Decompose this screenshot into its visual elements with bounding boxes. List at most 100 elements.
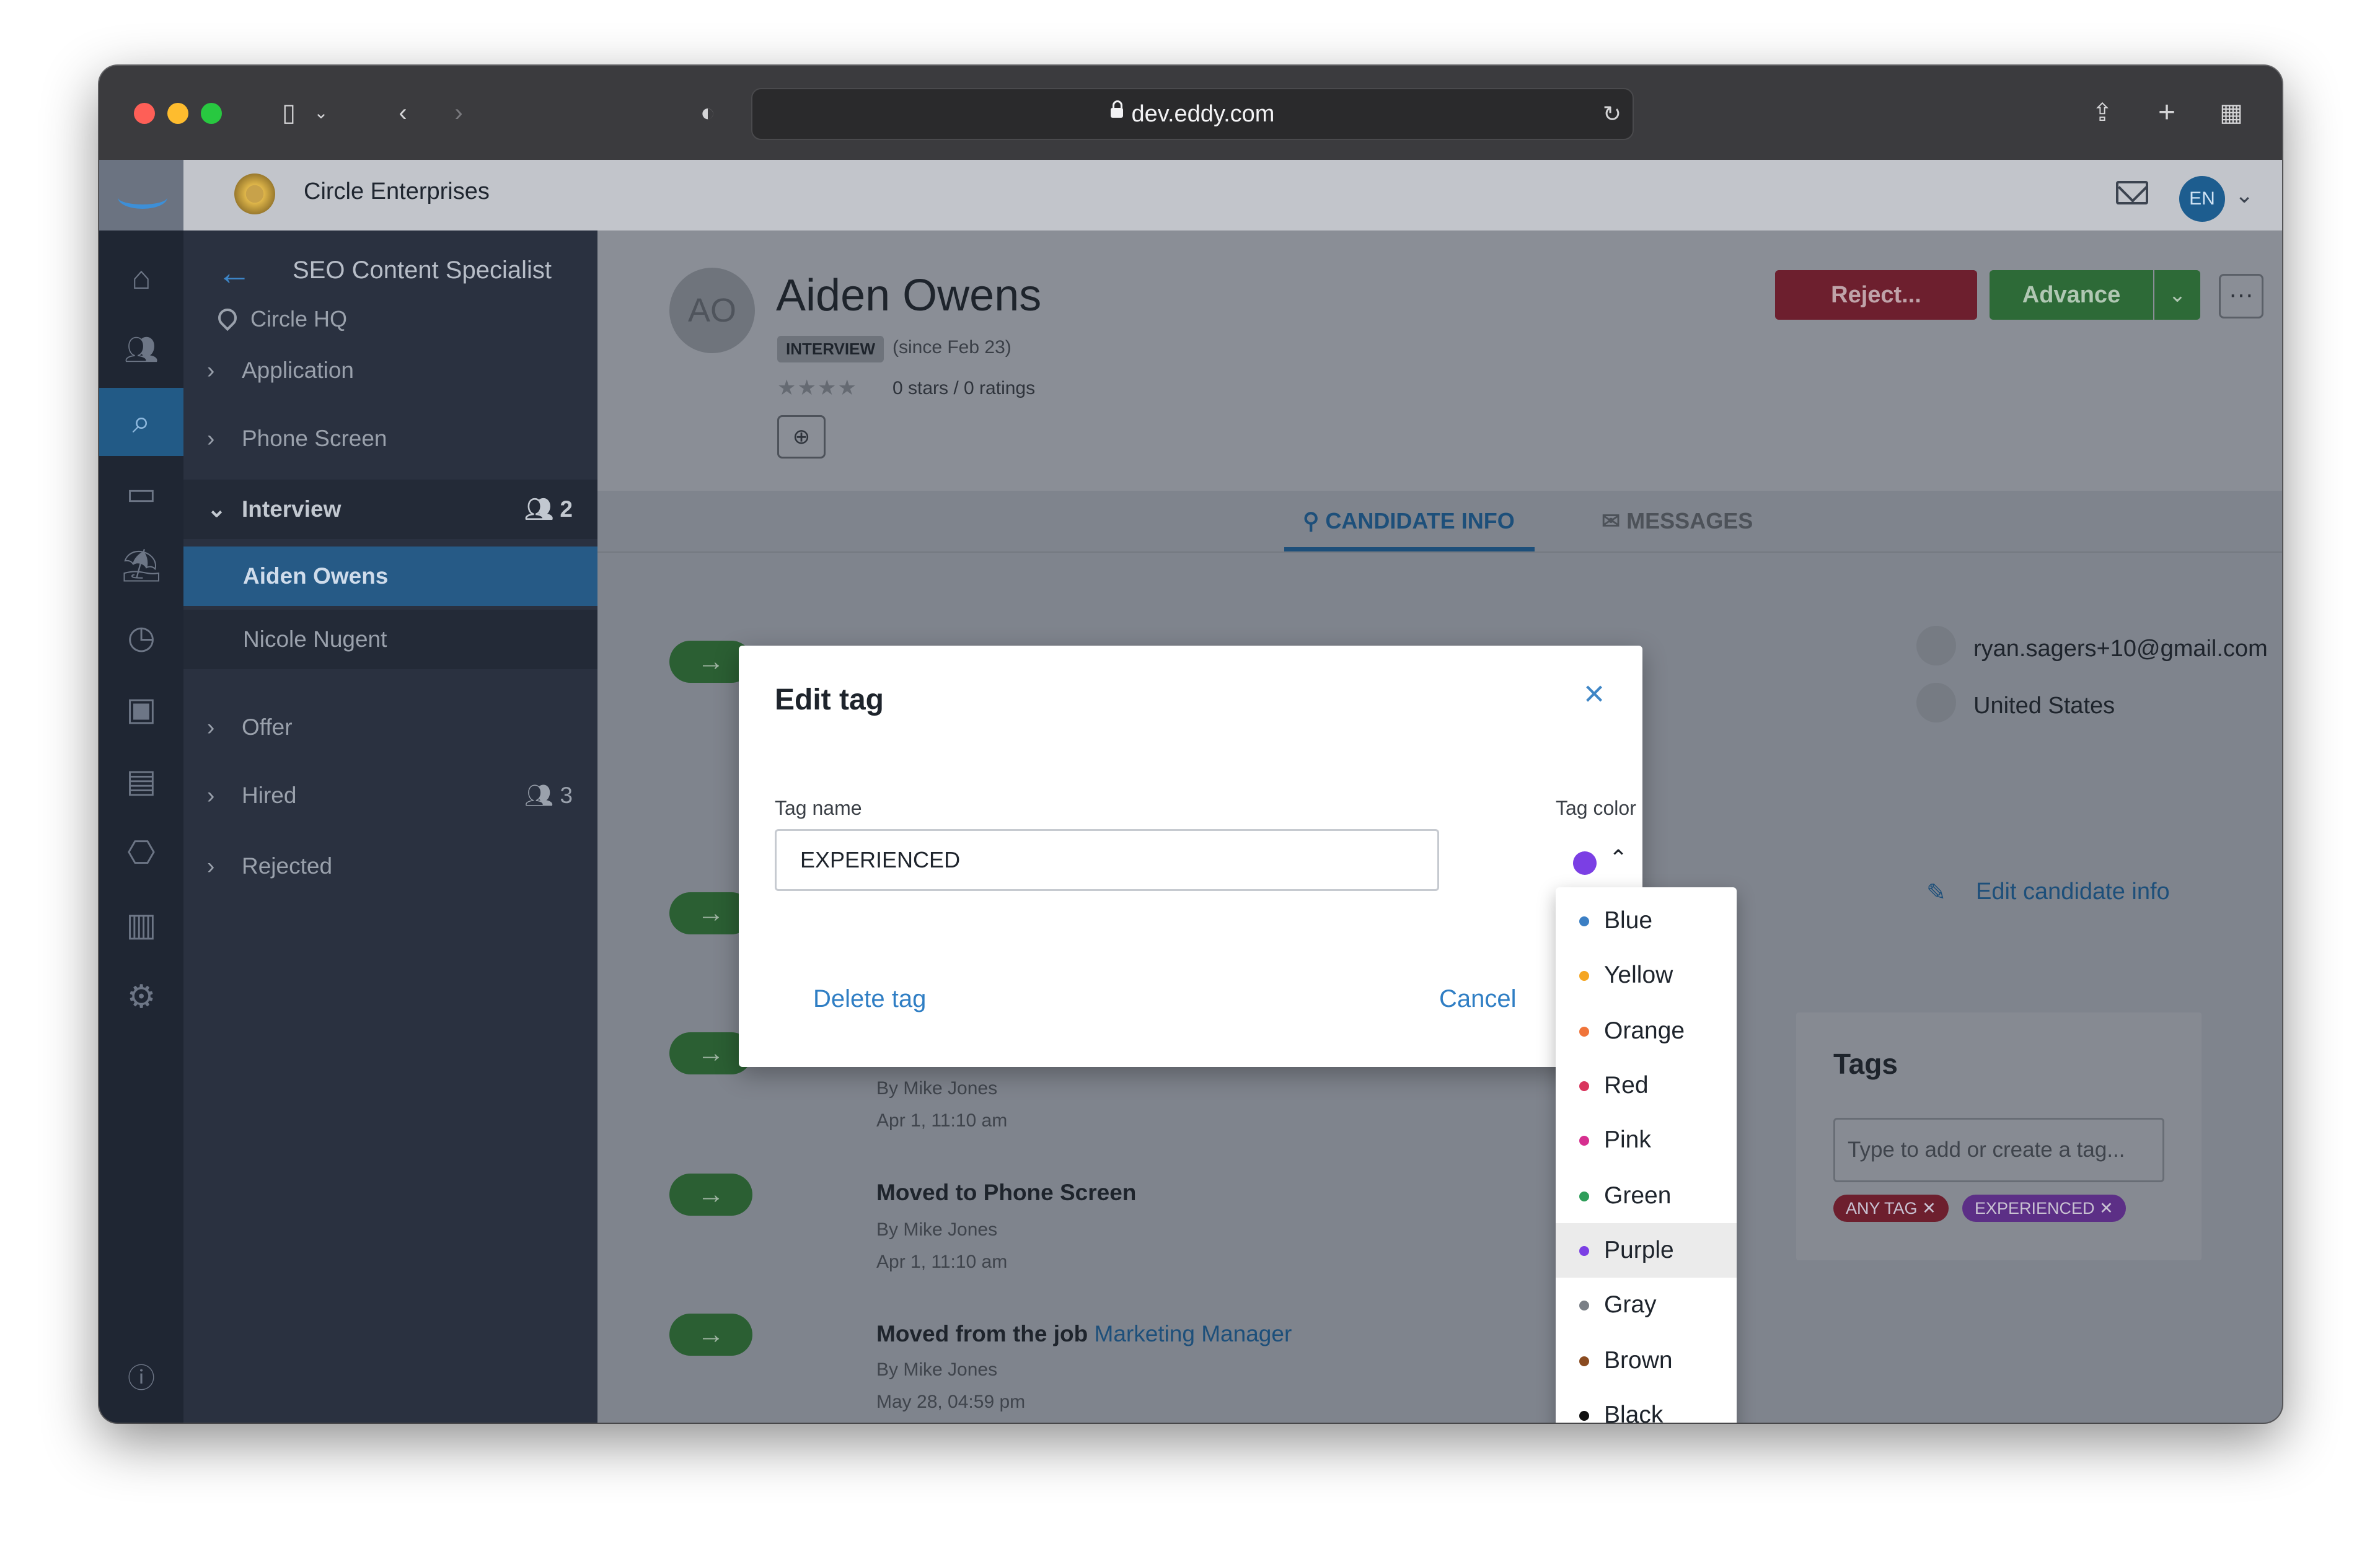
stage-offer[interactable]: › Offer [183, 698, 597, 757]
home-icon[interactable]: ⌂ [99, 244, 183, 312]
candidates-search-icon[interactable]: ⌕ [99, 388, 183, 456]
advance-button[interactable]: Advance [1990, 270, 2153, 320]
add-evaluation-icon[interactable]: ⊕ [777, 415, 826, 459]
vacation-icon[interactable]: ⛱︎ [99, 532, 183, 600]
close-window-button[interactable] [134, 103, 155, 124]
edit-tag-dialog: Edit tag × Tag name Tag color ⌃ Delete t… [739, 646, 1642, 1067]
url-text: dev.eddy.com [1131, 101, 1275, 127]
share-icon[interactable]: ⇪ [2084, 95, 2121, 130]
chevron-right-icon: › [207, 714, 215, 740]
candidate-item-nicole-nugent[interactable]: Nicole Nugent [183, 610, 597, 669]
candidate-item-aiden-owens[interactable]: Aiden Owens [183, 547, 597, 606]
mail-icon [1916, 626, 1956, 665]
color-option-blue[interactable]: Blue [1556, 893, 1737, 948]
app-logo[interactable] [99, 160, 183, 230]
color-option-brown[interactable]: Brown [1556, 1333, 1737, 1388]
stage-phone-screen[interactable]: › Phone Screen [183, 409, 597, 468]
chevron-right-icon: › [207, 783, 215, 808]
shield-icon[interactable]: ◐ [689, 95, 726, 130]
tag-name-input[interactable] [775, 829, 1439, 891]
stage-badge: INTERVIEW [777, 336, 884, 362]
job-location: Circle HQ [214, 305, 347, 332]
stage-label: Hired [242, 783, 297, 808]
timeline-time: Apr 1, 11:10 am [876, 1252, 1008, 1272]
color-option-green[interactable]: Green [1556, 1169, 1737, 1223]
color-option-pink[interactable]: Pink [1556, 1113, 1737, 1167]
reports-chart-icon[interactable]: ▥ [99, 891, 183, 959]
edit-candidate-info-link[interactable]: Edit candidate info [1976, 879, 2170, 905]
color-dot [1579, 1027, 1589, 1037]
stage-label: Interview [242, 496, 342, 522]
job-title[interactable]: SEO Content Specialist [293, 257, 552, 284]
address-bar[interactable]: dev.eddy.com ↻ [751, 88, 1634, 140]
color-option-orange[interactable]: Orange [1556, 1004, 1737, 1058]
documents-icon[interactable]: ▤ [99, 747, 183, 815]
delete-tag-button[interactable]: Delete tag [813, 985, 926, 1013]
color-option-gray[interactable]: Gray [1556, 1278, 1737, 1332]
color-option-label: Red [1604, 1072, 1649, 1099]
back-icon[interactable]: ‹ [384, 95, 421, 130]
reload-icon[interactable]: ↻ [1603, 89, 1621, 139]
stage-label: Phone Screen [242, 426, 387, 451]
browser-toolbar: ▯ ⌄ ‹ › ◐ dev.eddy.com ↻ ⇪ + ▦ [99, 66, 2282, 161]
chevron-down-icon[interactable]: ⌄ [2235, 182, 2254, 208]
minimize-window-button[interactable] [167, 103, 188, 124]
tag-chip: EXPERIENCED ✕ [1962, 1195, 2126, 1222]
more-options-button[interactable]: ··· [2219, 274, 2263, 318]
stage-hired[interactable]: › Hired 👥︎ 3 [183, 766, 597, 825]
chevron-down-icon[interactable]: ⌄ [309, 95, 333, 130]
job-link[interactable]: Marketing Manager [1095, 1321, 1292, 1346]
close-icon[interactable]: × [1576, 675, 1613, 713]
color-option-red[interactable]: Red [1556, 1058, 1737, 1113]
stage-rejected[interactable]: › Rejected [183, 836, 597, 896]
color-option-black[interactable]: Black [1556, 1388, 1737, 1423]
remove-tag-icon[interactable]: ✕ [1922, 1199, 1936, 1218]
company-name[interactable]: Circle Enterprises [304, 178, 490, 205]
reject-button[interactable]: Reject... [1775, 270, 1977, 320]
color-option-label: Gray [1604, 1291, 1657, 1318]
people-icon[interactable]: 👥︎ [99, 316, 183, 384]
sidebar-toggle-icon[interactable]: ▯ [270, 95, 307, 130]
rating-text: 0 stars / 0 ratings [892, 378, 1036, 398]
back-arrow-icon[interactable]: ← [217, 254, 252, 291]
advance-dropdown-button[interactable]: ⌄ [2154, 270, 2200, 320]
color-dot [1579, 916, 1589, 926]
pipeline-sidebar: ← SEO Content Specialist Circle HQ › Appl… [183, 230, 597, 1423]
help-icon[interactable]: ⓘ [99, 1345, 183, 1413]
new-tab-icon[interactable]: + [2148, 95, 2185, 130]
money-icon[interactable]: ▣ [99, 675, 183, 744]
chevron-right-icon: › [207, 853, 215, 879]
clock-icon[interactable]: ◷ [99, 604, 183, 672]
clipboard-icon[interactable]: ▭ [99, 460, 183, 528]
timeline-author: By Mike Jones [876, 1078, 998, 1099]
selected-color-swatch [1573, 851, 1597, 875]
cancel-button[interactable]: Cancel [1439, 985, 1517, 1013]
tag-color-menu: Blue Yellow Orange Red Pink Green Purple… [1556, 887, 1737, 1423]
tab-candidate-info[interactable]: ⚲ CANDIDATE INFO [1284, 491, 1535, 551]
stage-application[interactable]: › Application [183, 341, 597, 400]
zoom-window-button[interactable] [201, 103, 222, 124]
color-option-yellow[interactable]: Yellow [1556, 948, 1737, 1003]
user-avatar[interactable]: EN [2179, 176, 2225, 222]
color-dot [1579, 1192, 1589, 1201]
forward-icon[interactable]: › [440, 95, 477, 130]
settings-gear-icon[interactable]: ⚙ [99, 963, 183, 1031]
rating-stars[interactable]: ★★★★ [777, 375, 858, 400]
remove-tag-icon[interactable]: ✕ [2099, 1199, 2113, 1218]
tags-input[interactable]: Type to add or create a tag... [1833, 1118, 2164, 1182]
timeline-arrow-icon: → [669, 1314, 752, 1356]
stage-label: Offer [242, 714, 293, 740]
certificate-icon[interactable]: ⎔ [99, 819, 183, 887]
candidate-email[interactable]: ryan.sagers+10@gmail.com [1973, 636, 2268, 662]
color-option-purple[interactable]: Purple [1556, 1223, 1737, 1278]
tab-messages[interactable]: ✉ MESSAGES [1602, 491, 1787, 551]
tag-chip-label: EXPERIENCED [1975, 1199, 2095, 1218]
dialog-title: Edit tag [775, 683, 884, 716]
tag-color-select[interactable]: ⌃ [1566, 843, 1652, 880]
chevron-up-icon: ⌃ [1609, 845, 1628, 871]
stage-interview[interactable]: ⌄ Interview 👥︎ 2 [183, 480, 597, 539]
tab-overview-icon[interactable]: ▦ [2213, 95, 2250, 130]
pencil-icon[interactable]: ✎ [1926, 879, 1946, 906]
color-dot [1579, 1246, 1589, 1256]
mail-icon[interactable] [2116, 181, 2148, 204]
